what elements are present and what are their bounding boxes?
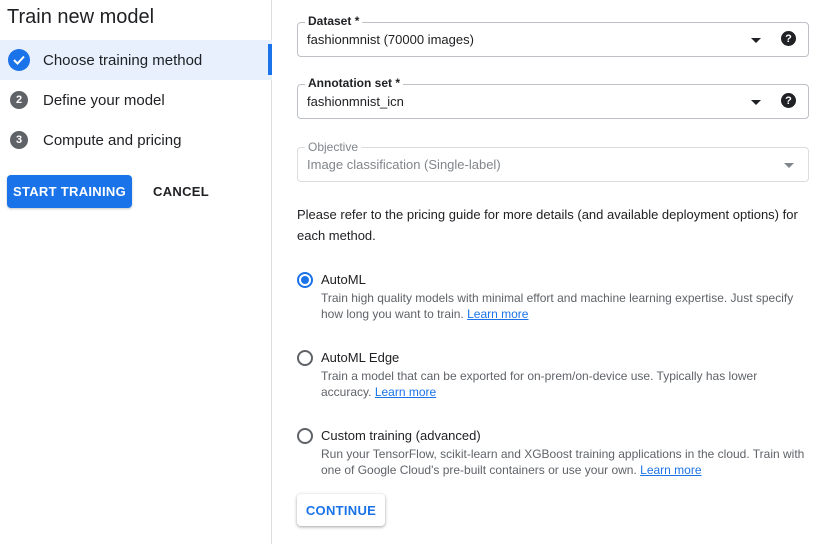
annotation-set-label: Annotation set * — [305, 76, 403, 90]
step-number-badge: 3 — [10, 131, 28, 149]
dataset-select[interactable]: Dataset * fashionmnist (70000 images) ? — [297, 14, 809, 57]
learn-more-link[interactable]: Learn more — [467, 307, 528, 321]
step-label: Choose training method — [43, 51, 203, 69]
step-label: Define your model — [43, 91, 165, 109]
option-title-custom-training: Custom training (advanced) — [321, 428, 481, 443]
chevron-down-icon — [751, 100, 761, 105]
radio-automl-edge[interactable] — [297, 350, 313, 366]
page-title: Train new model — [7, 6, 155, 28]
start-training-button[interactable]: START TRAINING — [7, 175, 132, 208]
dataset-label: Dataset * — [305, 14, 363, 28]
option-desc-custom-training: Run your TensorFlow, scikit-learn and XG… — [321, 446, 805, 478]
step-number-badge: 2 — [10, 91, 28, 109]
stepper-panel: Train new model Choose training method 2… — [0, 0, 272, 544]
radio-automl[interactable] — [297, 272, 313, 288]
learn-more-link[interactable]: Learn more — [640, 463, 701, 477]
objective-value: Image classification (Single-label) — [307, 157, 501, 172]
step-label: Compute and pricing — [43, 131, 182, 149]
check-circle-icon — [8, 49, 30, 71]
option-desc-automl: Train high quality models with minimal e… — [321, 290, 805, 322]
cancel-button[interactable]: CANCEL — [144, 175, 218, 208]
option-title-automl-edge: AutoML Edge — [321, 350, 400, 365]
option-title-automl: AutoML — [321, 272, 366, 287]
objective-label: Objective — [305, 140, 362, 154]
dataset-value: fashionmnist (70000 images) — [307, 32, 474, 47]
annotation-set-value: fashionmnist_icn — [307, 94, 404, 109]
annotation-set-select[interactable]: Annotation set * fashionmnist_icn ? — [297, 76, 809, 119]
option-desc-text: Run your TensorFlow, scikit-learn and XG… — [321, 447, 805, 477]
option-desc-automl-edge: Train a model that can be exported for o… — [321, 368, 805, 400]
chevron-down-icon — [784, 163, 794, 168]
learn-more-link[interactable]: Learn more — [375, 385, 436, 399]
option-desc-text: Train high quality models with minimal e… — [321, 291, 794, 321]
pricing-info-text: Please refer to the pricing guide for mo… — [297, 207, 798, 243]
help-circle-icon[interactable]: ? — [781, 31, 796, 46]
step-choose-training-method[interactable]: Choose training method — [0, 40, 272, 80]
objective-select: Objective Image classification (Single-l… — [297, 140, 809, 182]
radio-custom-training[interactable] — [297, 428, 313, 444]
chevron-down-icon — [751, 38, 761, 43]
continue-button[interactable]: CONTINUE — [297, 494, 385, 526]
step-define-model[interactable]: 2 Define your model — [0, 80, 272, 120]
help-circle-icon[interactable]: ? — [781, 93, 796, 108]
step-compute-pricing[interactable]: 3 Compute and pricing — [0, 120, 272, 160]
